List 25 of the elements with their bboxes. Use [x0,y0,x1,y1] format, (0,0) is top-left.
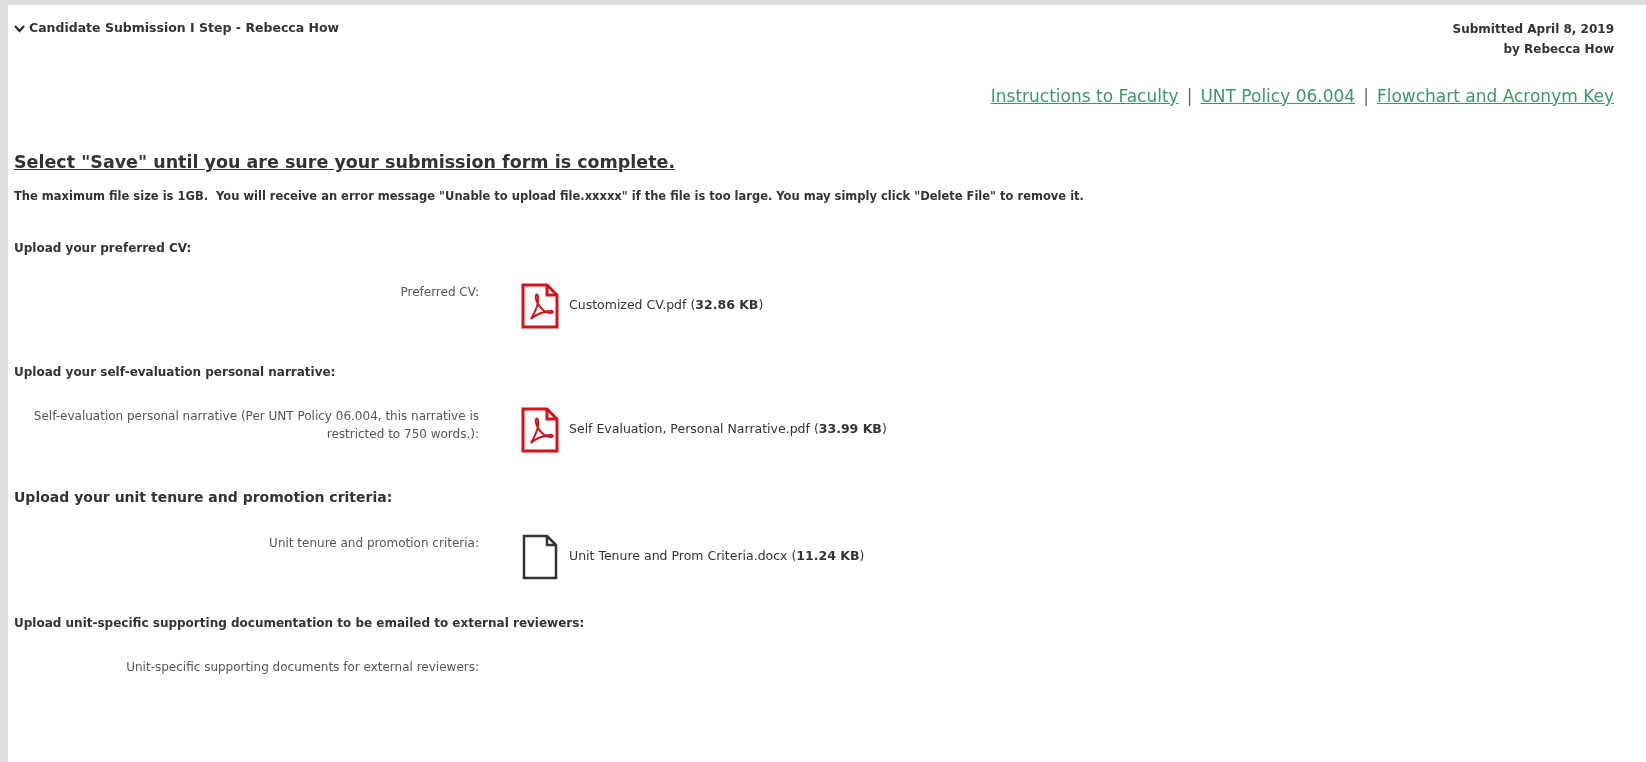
file-name: Self Evaluation, Personal Narrative.pdf (33.99 KB) [569,420,887,439]
section-heading: Upload your preferred CV: [14,239,193,257]
field-label: Self-evaluation personal narrative (Per UNT Policy 06.004, this narrative is restricted to 750 words.): [32,407,479,443]
submitted-by: by Rebecca How [1502,41,1614,59]
field-label: Preferred CV: [399,283,479,301]
section-heading: Upload your self-evaluation personal narrative: [14,363,337,381]
separator: | [1186,84,1193,108]
file-name: Customized CV.pdf (32.86 KB) [569,296,764,315]
field-label: Unit-specific supporting documents for external reviewers: [125,658,479,676]
section-title: Candidate Submission I Step - Rebecca How [29,19,340,37]
file-icon[interactable] [521,533,559,580]
field-label: Unit tenure and promotion criteria: [268,534,479,552]
note-text: The maximum file size is 1GB. You will receive an error message "Unable to upload file.xxxxx" if the file is too large. You may simply click "Delete File" to remove it. [14,187,1085,205]
link[interactable]: Flowchart and Acronym Key [1376,83,1614,110]
chevron-down-icon[interactable] [14,23,25,33]
section-heading: Upload unit-specific supporting documentation to be emailed to external reviewers: [14,614,586,632]
submitted-date: Submitted April 8, 2019 [1452,21,1614,38]
link[interactable]: Instructions to Faculty [990,83,1179,110]
pdf-file-icon[interactable] [521,282,559,329]
pdf-file-icon[interactable] [521,406,559,453]
section-heading: Upload your unit tenure and promotion criteria: [14,487,394,507]
file-name: Unit Tenure and Prom Criteria.docx (11.24 KB) [569,547,865,566]
form-heading: Select "Save" until you are sure your submission form is complete. [14,151,677,175]
link[interactable]: UNT Policy 06.004 [1200,83,1356,110]
separator: | [1363,84,1369,108]
